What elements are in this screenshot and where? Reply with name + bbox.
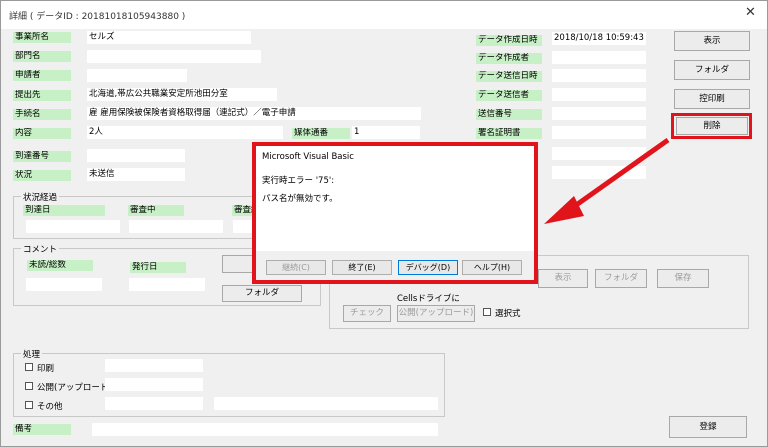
dialog-error-code: 実行時エラー '75': [262, 176, 335, 186]
arrow-shaft [570, 137, 670, 211]
dialog-body: 実行時エラー '75': パス名が無効です。 [256, 168, 534, 251]
dialog-message: パス名が無効です。 [262, 194, 338, 204]
dialog-footer: 継続(C) 終了(E) デバッグ(D) ヘルプ(H) [256, 251, 534, 280]
end-button[interactable]: 終了(E) [332, 260, 392, 275]
continue-button[interactable]: 継続(C) [266, 260, 326, 275]
error-dialog: Microsoft Visual Basic 実行時エラー '75': パス名が… [252, 142, 538, 284]
dialog-title: Microsoft Visual Basic [256, 146, 534, 168]
help-button[interactable]: ヘルプ(H) [462, 260, 522, 275]
arrow-head [544, 196, 584, 224]
debug-button[interactable]: デバッグ(D) [398, 260, 458, 275]
